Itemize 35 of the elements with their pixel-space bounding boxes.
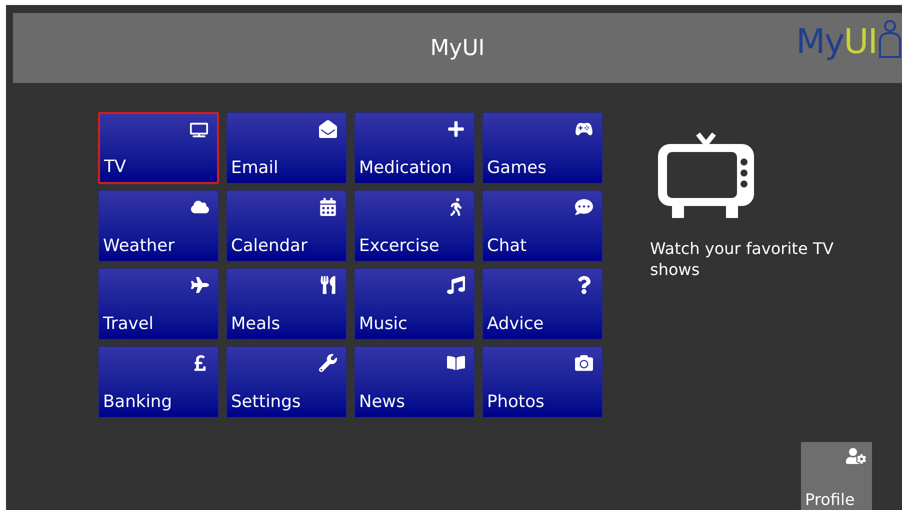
- app-tile[interactable]: Excercise: [354, 190, 475, 262]
- app-tile[interactable]: Medication: [354, 112, 475, 184]
- logo: MyUI: [796, 19, 902, 59]
- chat-bubble-icon: [575, 198, 593, 216]
- app-tile[interactable]: Photos: [482, 346, 603, 418]
- open-book-icon: [447, 354, 465, 372]
- app-tile[interactable]: Banking: [98, 346, 219, 418]
- app-tile[interactable]: News: [354, 346, 475, 418]
- app-tile[interactable]: Chat: [482, 190, 603, 262]
- user-gear-icon: [846, 446, 866, 466]
- app-tile[interactable]: TV: [98, 112, 219, 184]
- app-tile[interactable]: Email: [226, 112, 347, 184]
- app-tile[interactable]: Advice: [482, 268, 603, 340]
- app-tile[interactable]: Travel: [98, 268, 219, 340]
- profile-tile[interactable]: Profile: [801, 442, 872, 510]
- fork-knife-icon: [319, 276, 337, 294]
- description-text: Watch your favorite TV shows: [650, 238, 835, 280]
- app-tile[interactable]: Settings: [226, 346, 347, 418]
- app-tile[interactable]: Calendar: [226, 190, 347, 262]
- camera-icon: [575, 354, 593, 372]
- music-note-icon: [447, 276, 465, 294]
- airplane-icon: [191, 276, 209, 294]
- gamepad-icon: [575, 120, 593, 138]
- app-tile[interactable]: Music: [354, 268, 475, 340]
- envelope-icon: [319, 120, 337, 138]
- app-tile[interactable]: Meals: [226, 268, 347, 340]
- wrench-icon: [319, 354, 337, 372]
- app-title: MyUI: [430, 34, 485, 62]
- app-tile[interactable]: Weather: [98, 190, 219, 262]
- plus-icon: [447, 120, 465, 138]
- cloud-icon: [191, 198, 209, 216]
- question-mark-icon: [575, 276, 593, 294]
- tv-icon: [190, 121, 208, 139]
- calendar-icon: [319, 198, 337, 216]
- app-tile[interactable]: Games: [482, 112, 603, 184]
